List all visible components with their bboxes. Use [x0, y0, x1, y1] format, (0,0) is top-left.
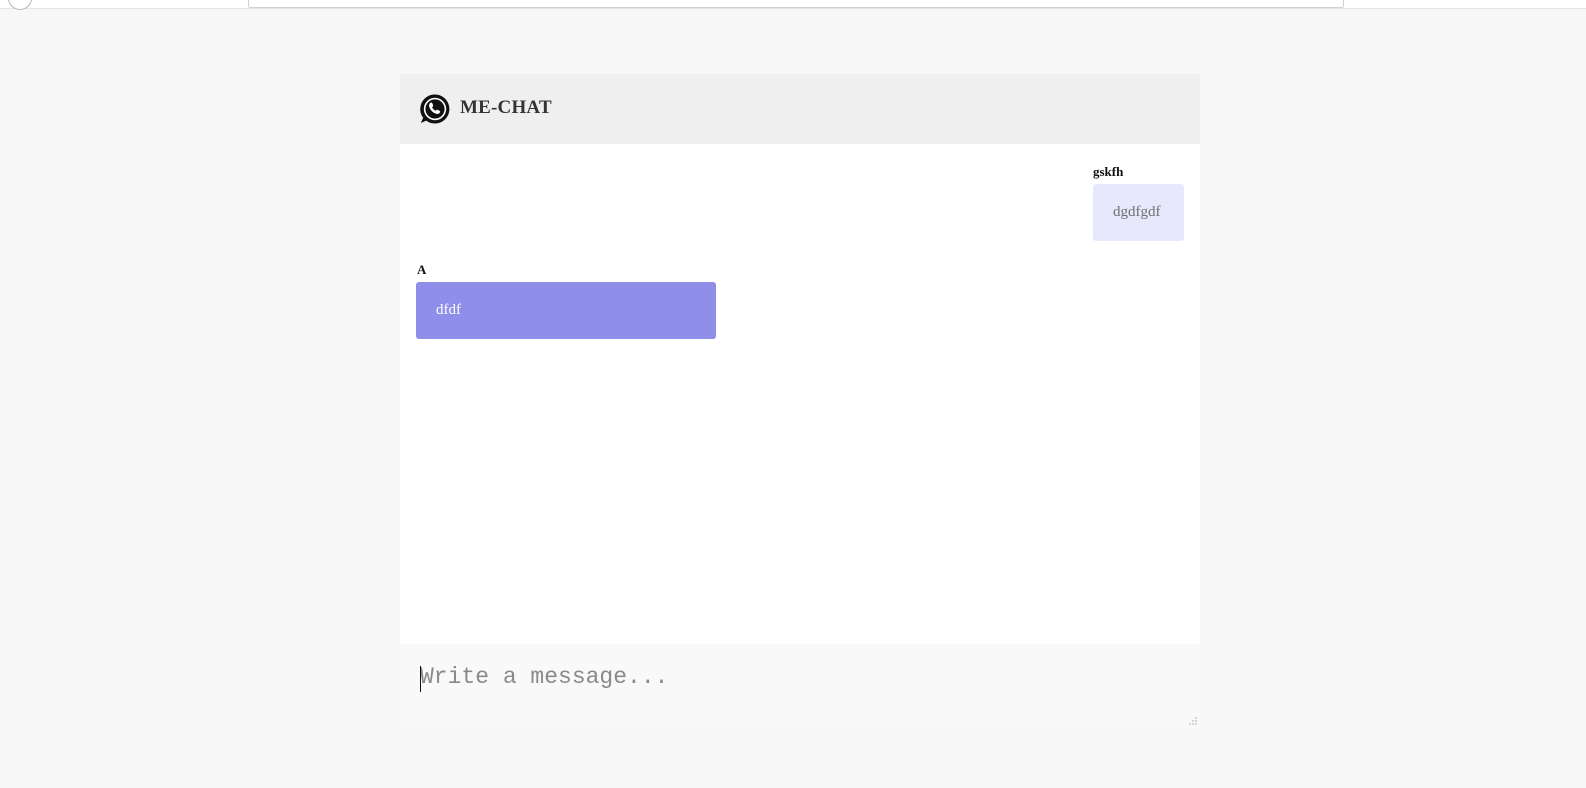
message-bubble-outgoing: dgdfgdf — [1093, 184, 1184, 241]
chat-window: ME-CHAT gskfh dgdfgdf A dfdf — [400, 74, 1200, 728]
message-sender: gskfh — [1093, 164, 1124, 179]
message-list: gskfh dgdfgdf A dfdf — [400, 144, 1200, 644]
browser-button[interactable] — [8, 0, 32, 10]
browser-toolbar-strip — [0, 0, 1586, 10]
resize-grip-icon[interactable] — [1189, 717, 1197, 725]
message-bubble-incoming: dfdf — [416, 282, 716, 339]
message-sender: A — [417, 262, 427, 277]
browser-address-bar[interactable] — [248, 0, 1344, 8]
message-input[interactable] — [400, 644, 1200, 728]
message-composer — [400, 644, 1200, 728]
text-caret — [420, 666, 421, 692]
chat-header: ME-CHAT — [400, 74, 1200, 144]
app-title: ME-CHAT — [460, 97, 552, 118]
whatsapp-phone-icon — [420, 94, 450, 124]
